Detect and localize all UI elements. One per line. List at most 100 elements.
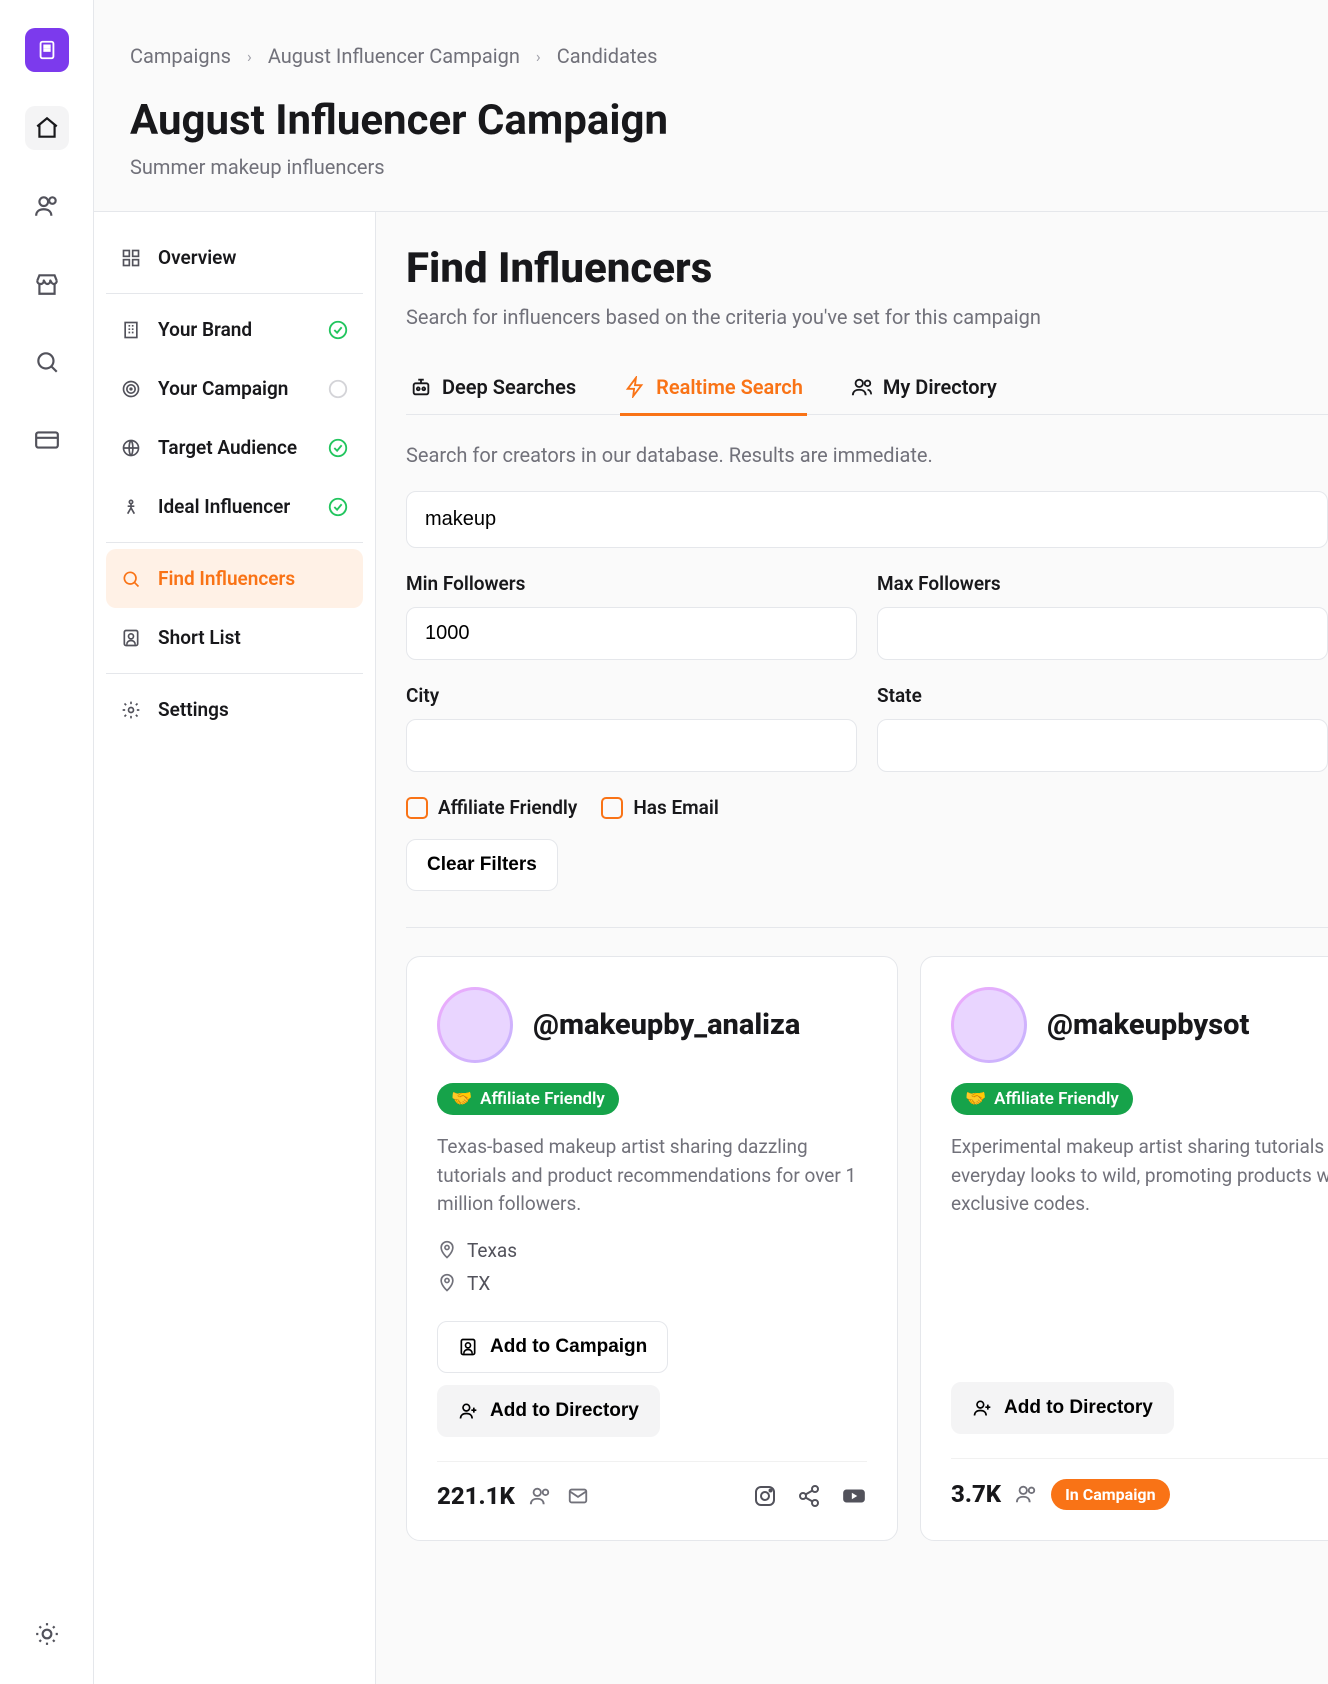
person-icon <box>120 496 142 518</box>
sidebar-item-target-audience[interactable]: Target Audience <box>106 418 363 477</box>
tab-my-directory[interactable]: My Directory <box>847 361 1001 416</box>
check-circle-icon <box>327 496 349 518</box>
min-followers-input[interactable] <box>406 607 857 660</box>
tab-realtime-search[interactable]: Realtime Search <box>620 361 807 416</box>
sidebar-item-short-list[interactable]: Short List <box>106 608 363 667</box>
add-to-campaign-button[interactable]: Add to Campaign <box>437 1321 668 1373</box>
clear-filters-button[interactable]: Clear Filters <box>406 839 558 891</box>
panel-title: Find Influencers <box>406 244 1328 293</box>
contact-icon <box>120 627 142 649</box>
find-influencers-panel: Find Influencers Search for influencers … <box>376 212 1328 1684</box>
add-to-directory-button[interactable]: Add to Directory <box>437 1385 660 1437</box>
nav-store[interactable] <box>25 262 69 306</box>
sidebar-item-label: Overview <box>158 246 236 269</box>
check-circle-icon <box>327 319 349 341</box>
location-text: Texas <box>467 1239 517 1262</box>
target-icon <box>120 378 142 400</box>
follower-count: 3.7K <box>951 1480 1001 1508</box>
app-logo[interactable] <box>25 28 69 72</box>
follower-count: 221.1K <box>437 1482 515 1510</box>
sidebar-item-overview[interactable]: Overview <box>106 228 363 287</box>
zap-icon <box>624 376 646 398</box>
breadcrumb-campaign-name[interactable]: August Influencer Campaign <box>268 44 520 68</box>
building-icon <box>120 319 142 341</box>
globe-icon <box>120 437 142 459</box>
max-followers-input[interactable] <box>877 607 1328 660</box>
pin-icon <box>437 1240 457 1260</box>
gear-icon <box>120 699 142 721</box>
panel-subtitle: Search for influencers based on the crit… <box>406 305 1328 329</box>
sidebar-item-find-influencers[interactable]: Find Influencers <box>106 549 363 608</box>
has-email-checkbox[interactable]: Has Email <box>601 796 718 819</box>
tab-label: My Directory <box>883 375 997 399</box>
users-icon <box>1015 1483 1037 1505</box>
influencer-bio: Experimental makeup artist sharing tutor… <box>951 1133 1328 1219</box>
checkbox-icon <box>601 797 623 819</box>
search-tabs: Deep Searches Realtime Search My Directo… <box>406 361 1328 415</box>
nav-search[interactable] <box>25 340 69 384</box>
tab-deep-searches[interactable]: Deep Searches <box>406 361 580 416</box>
sidebar-item-settings[interactable]: Settings <box>106 680 363 739</box>
affiliate-badge: 🤝 Affiliate Friendly <box>437 1083 619 1115</box>
pin-icon <box>437 1273 457 1293</box>
nav-theme[interactable] <box>25 1612 69 1656</box>
users-icon <box>851 376 873 398</box>
sidebar-item-label: Your Campaign <box>158 377 288 400</box>
location-row: Texas <box>437 1239 867 1262</box>
campaign-steps-sidebar: Overview Your Brand Your Campaign Target… <box>94 212 376 1684</box>
sidebar-item-your-campaign[interactable]: Your Campaign <box>106 359 363 418</box>
checkbox-icon <box>406 797 428 819</box>
nav-billing[interactable] <box>25 418 69 462</box>
state-input[interactable] <box>877 719 1328 772</box>
page-subtitle: Summer makeup influencers <box>130 155 1292 179</box>
city-label: City <box>406 684 857 707</box>
share-icon[interactable] <box>797 1484 821 1508</box>
home-icon <box>34 115 60 141</box>
handshake-icon: 🤝 <box>451 1089 472 1109</box>
sidebar-item-your-brand[interactable]: Your Brand <box>106 300 363 359</box>
add-to-directory-button[interactable]: Add to Directory <box>951 1382 1174 1434</box>
youtube-icon[interactable] <box>841 1483 867 1509</box>
influencer-handle[interactable]: @makeupbysot <box>1047 1008 1249 1042</box>
nav-users[interactable] <box>25 184 69 228</box>
checkbox-label: Has Email <box>633 796 718 819</box>
user-plus-icon <box>972 1398 992 1418</box>
breadcrumb-candidates[interactable]: Candidates <box>557 44 658 68</box>
nav-home[interactable] <box>25 106 69 150</box>
sidebar-item-ideal-influencer[interactable]: Ideal Influencer <box>106 477 363 536</box>
checkbox-label: Affiliate Friendly <box>438 796 577 819</box>
search-icon <box>120 568 142 590</box>
nav-rail <box>0 0 94 1684</box>
sidebar-item-label: Find Influencers <box>158 567 295 590</box>
sidebar-item-label: Short List <box>158 626 241 649</box>
mail-icon <box>567 1485 589 1507</box>
chevron-right-icon: › <box>536 47 541 66</box>
affiliate-friendly-checkbox[interactable]: Affiliate Friendly <box>406 796 577 819</box>
tab-label: Deep Searches <box>442 375 576 399</box>
influencer-card: @makeupbysot 🤝 Affiliate Friendly Experi… <box>920 956 1328 1541</box>
avatar <box>437 987 513 1063</box>
location-row: TX <box>437 1272 867 1295</box>
users-icon <box>529 1485 551 1507</box>
instagram-icon[interactable] <box>753 1484 777 1508</box>
tab-description: Search for creators in our database. Res… <box>406 443 1328 467</box>
circle-icon <box>327 378 349 400</box>
bot-icon <box>410 376 432 398</box>
breadcrumb-campaigns[interactable]: Campaigns <box>130 44 231 68</box>
influencer-card: @makeupby_analiza 🤝 Affiliate Friendly T… <box>406 956 898 1541</box>
search-input[interactable] <box>406 491 1328 548</box>
breadcrumb: Campaigns › August Influencer Campaign ›… <box>130 44 1292 68</box>
location-text: TX <box>467 1272 490 1295</box>
users-icon <box>34 193 60 219</box>
influencer-handle[interactable]: @makeupby_analiza <box>533 1008 800 1042</box>
contact-icon <box>458 1337 478 1357</box>
store-icon <box>34 271 60 297</box>
page-header: Campaigns › August Influencer Campaign ›… <box>94 0 1328 211</box>
city-input[interactable] <box>406 719 857 772</box>
handshake-icon: 🤝 <box>965 1089 986 1109</box>
affiliate-badge: 🤝 Affiliate Friendly <box>951 1083 1133 1115</box>
page-title: August Influencer Campaign <box>130 96 1292 145</box>
influencer-bio: Texas-based makeup artist sharing dazzli… <box>437 1133 867 1219</box>
sidebar-item-label: Target Audience <box>158 436 297 459</box>
card-icon <box>34 427 60 453</box>
